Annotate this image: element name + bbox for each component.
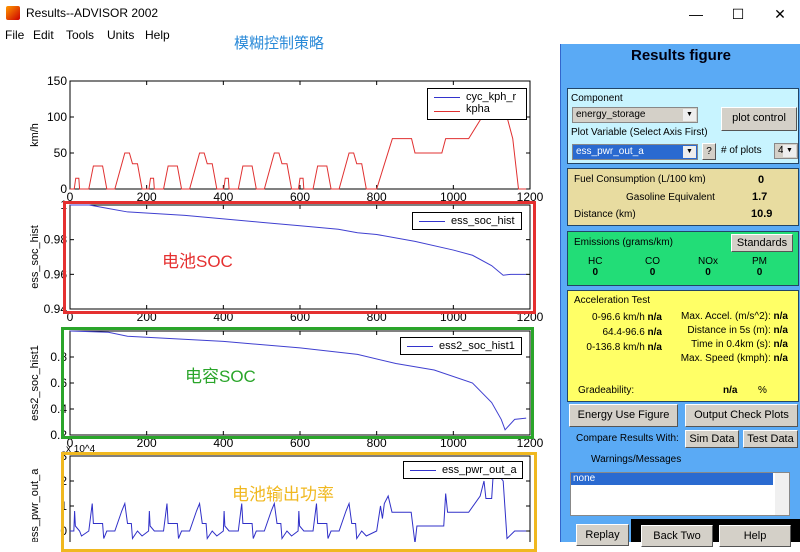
y-axis-label: km/h: [29, 123, 41, 147]
accel-label: Max. Accel. (m/s^2):: [681, 311, 771, 322]
emission-name: NOx: [698, 256, 718, 267]
emission-name: PM: [752, 256, 767, 267]
emission-name: HC: [588, 256, 603, 267]
legend-speed: cyc_kph_r kpha: [427, 88, 527, 120]
accel-item: 0-96.6 km/h n/a: [572, 310, 662, 325]
component-value: energy_storage: [576, 109, 646, 120]
accel-item: Max. Accel. (m/s^2): n/a: [664, 310, 788, 324]
emission-nox: NOx 0: [698, 256, 718, 278]
num-plots-select[interactable]: 4 ▼: [774, 143, 798, 159]
accel-right-list: Max. Accel. (m/s^2): n/a Distance in 5s …: [664, 310, 788, 366]
y-axis-label: ess_pwr_out_a: [29, 468, 41, 542]
help-question-button[interactable]: ?: [702, 143, 716, 160]
accel-item: Distance in 5s (m): n/a: [664, 324, 788, 338]
component-label: Component: [571, 93, 623, 104]
accel-item: 64.4-96.6 n/a: [572, 325, 663, 340]
component-select[interactable]: energy_storage ▼: [572, 107, 698, 123]
accel-value: n/a: [647, 312, 662, 323]
maximize-button[interactable]: ☐: [718, 2, 758, 26]
warnings-listbox[interactable]: none: [570, 472, 790, 516]
num-plots-label: # of plots: [721, 145, 762, 156]
grade-label: Gradeability:: [578, 385, 635, 396]
close-button[interactable]: ✕: [760, 2, 800, 26]
y-axis-label: ess2_soc_hist1: [29, 345, 41, 421]
standards-button[interactable]: Standards: [731, 234, 793, 252]
y-axis-label: ess_soc_hist: [29, 225, 41, 289]
accel-title: Acceleration Test: [574, 295, 650, 306]
legend-entry: cyc_kph_r: [466, 91, 517, 103]
replay-button[interactable]: Replay: [576, 524, 629, 546]
accel-item: Time in 0.4km (s): n/a: [664, 338, 788, 352]
chevron-down-icon: ▼: [783, 145, 796, 157]
emissions-label: Emissions (grams/km): [574, 237, 673, 248]
emission-name: CO: [645, 256, 660, 267]
gas-label: Gasoline Equivalent: [626, 192, 715, 203]
fuel-group: Fuel Consumption (L/100 km) 0 Gasoline E…: [567, 168, 799, 226]
component-group: Component energy_storage ▼ plot control P…: [567, 88, 799, 164]
panel-title: Results figure: [630, 47, 732, 64]
y-tick-label: 100: [47, 110, 67, 124]
accel-left-list: 0-96.6 km/h n/a 64.4-96.6 n/a 0-136.8 km…: [572, 310, 662, 355]
energy-use-figure-button[interactable]: Energy Use Figure: [569, 404, 678, 427]
output-check-plots-button[interactable]: Output Check Plots: [685, 404, 798, 427]
y-tick-label: 50: [54, 146, 68, 160]
accel-label: 0-136.8 km/h: [586, 342, 645, 353]
highlight-cap-soc: [61, 327, 534, 439]
emission-value: 0: [756, 267, 763, 278]
chevron-down-icon: ▼: [683, 146, 696, 158]
legend-entry: kpha: [466, 103, 490, 115]
accel-label: 64.4-96.6: [602, 327, 645, 338]
help-button[interactable]: Help: [719, 525, 791, 547]
back-two-button[interactable]: Back Two: [641, 525, 713, 547]
scrollbar[interactable]: [775, 473, 789, 515]
highlight-battery-soc: [63, 201, 536, 314]
emission-hc: HC 0: [588, 256, 602, 278]
plot-variable-label: Plot Variable (Select Axis First): [571, 127, 708, 138]
emission-pm: PM 0: [752, 256, 767, 278]
grade-unit: %: [758, 385, 767, 396]
accel-value: n/a: [773, 311, 788, 322]
fuel-value: 0: [758, 174, 765, 186]
plot-variable-select[interactable]: ess_pwr_out_a ▼: [572, 144, 698, 160]
compare-label: Compare Results With:: [576, 433, 679, 444]
accel-item: 0-136.8 km/h n/a: [572, 340, 662, 355]
accel-value: n/a: [773, 353, 788, 364]
accel-value: n/a: [773, 325, 788, 336]
accel-value: n/a: [647, 327, 662, 338]
warnings-label: Warnings/Messages: [591, 454, 682, 465]
emission-value: 0: [649, 267, 656, 278]
accel-item: Max. Speed (kmph): n/a: [664, 352, 788, 366]
distance-label: Distance (km): [574, 209, 636, 220]
emissions-group: Emissions (grams/km) Standards HC 0 CO 0 N…: [567, 231, 799, 286]
minimize-button[interactable]: —: [676, 2, 716, 26]
sim-data-button[interactable]: Sim Data: [685, 430, 739, 448]
accel-label: Max. Speed (kmph):: [680, 353, 771, 364]
chevron-down-icon: ▼: [683, 109, 696, 121]
emission-value: 0: [592, 267, 598, 278]
warning-item[interactable]: none: [571, 473, 773, 485]
distance-value: 10.9: [751, 208, 773, 220]
test-data-button[interactable]: Test Data: [743, 430, 798, 448]
annotation-battery-power: 电池输出功率: [232, 485, 334, 504]
y-tick-label: 150: [47, 74, 67, 88]
accel-value: n/a: [647, 342, 662, 353]
accel-value: n/a: [773, 339, 788, 350]
annotation-cap-soc: 电容SOC: [185, 367, 256, 386]
accel-label: 0-96.6 km/h: [591, 312, 645, 323]
accel-label: Distance in 5s (m):: [687, 325, 771, 336]
gas-value: 1.7: [752, 191, 768, 203]
acceleration-group: Acceleration Test 0-96.6 km/h n/a 64.4-9…: [567, 290, 799, 402]
emission-co: CO 0: [645, 256, 660, 278]
accel-label: Time in 0.4km (s):: [691, 339, 771, 350]
annotation-battery-soc: 电池SOC: [162, 252, 233, 271]
plot-variable-value: ess_pwr_out_a: [576, 146, 644, 157]
grade-value: n/a: [723, 385, 738, 396]
plot-control-button[interactable]: plot control: [721, 107, 797, 131]
y-tick-label: 0: [60, 182, 67, 196]
results-panel: Results figure Component energy_storage ▼…: [560, 44, 800, 547]
emission-value: 0: [705, 267, 711, 278]
fuel-label: Fuel Consumption (L/100 km): [574, 174, 706, 185]
